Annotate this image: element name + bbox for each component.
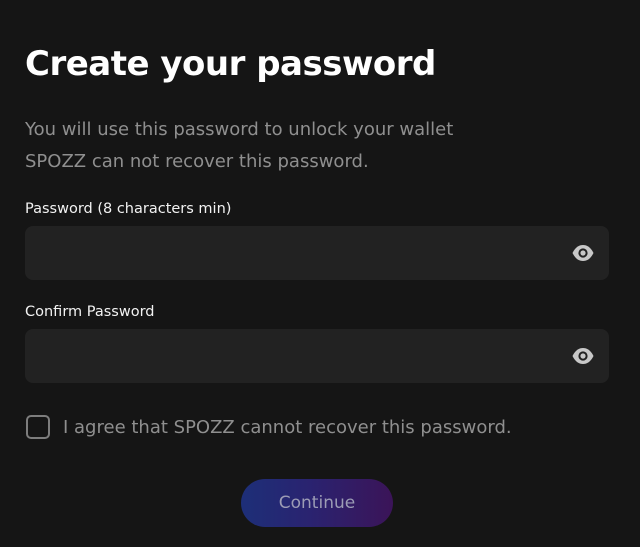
page-subtitle: You will use this password to unlock you… <box>25 114 453 178</box>
password-field-container <box>25 226 609 280</box>
eye-icon[interactable] <box>571 346 595 366</box>
password-input[interactable] <box>25 226 555 280</box>
subtitle-line-1: You will use this password to unlock you… <box>25 119 454 140</box>
confirm-password-label: Confirm Password <box>25 304 155 320</box>
agreement-checkbox[interactable] <box>26 415 50 439</box>
eye-icon[interactable] <box>571 243 595 263</box>
agreement-label: I agree that SPOZZ cannot recover this p… <box>63 416 512 438</box>
continue-button[interactable]: Continue <box>241 479 393 527</box>
confirm-password-field-container <box>25 329 609 383</box>
confirm-password-input[interactable] <box>25 329 555 383</box>
subtitle-line-2: SPOZZ can not recover this password. <box>25 151 369 172</box>
password-label: Password (8 characters min) <box>25 201 232 217</box>
agreement-checkbox-row[interactable]: I agree that SPOZZ cannot recover this p… <box>25 413 512 441</box>
page-title: Create your password <box>25 44 436 84</box>
